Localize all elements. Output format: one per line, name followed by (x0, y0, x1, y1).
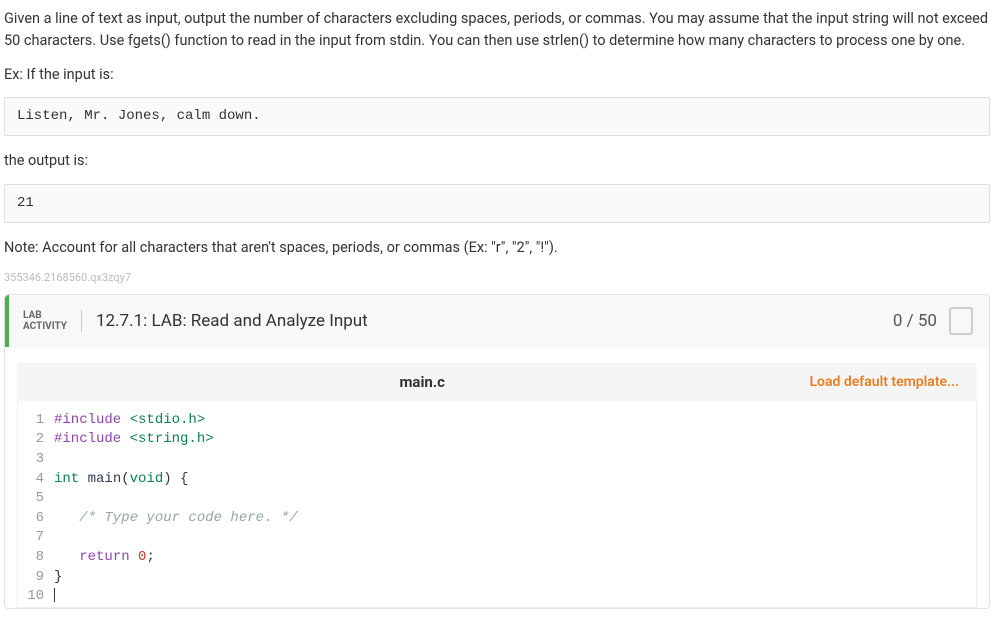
code-line[interactable]: 6 /* Type your code here. */ (18, 509, 976, 529)
tok-header: <string.h> (121, 431, 213, 447)
tok-semi: ; (146, 549, 154, 565)
tok-paren: ( (121, 471, 129, 487)
tok-include: #include (54, 412, 121, 428)
tok-type: int (54, 471, 79, 487)
tok-include: #include (54, 431, 121, 447)
line-number: 7 (18, 528, 54, 548)
tok-comment: /* Type your code here. */ (54, 510, 298, 526)
code-line[interactable]: 8 return 0; (18, 548, 976, 568)
tok-void: void (130, 471, 164, 487)
tok-indent (54, 549, 79, 565)
code-line[interactable]: 7 (18, 528, 976, 548)
tok-brace: } (54, 569, 62, 585)
lab-title: 12.7.1: LAB: Read and Analyze Input (82, 311, 893, 331)
line-number: 1 (18, 411, 54, 431)
instructions-block: Given a line of text as input, output th… (4, 8, 990, 259)
lab-badge-line1: LAB (23, 310, 42, 321)
tab-filename[interactable]: main.c (293, 373, 551, 391)
line-number: 6 (18, 509, 54, 529)
line-number: 2 (18, 430, 54, 450)
code-line[interactable]: 3 (18, 450, 976, 470)
tok-func: main (79, 471, 121, 487)
lab-badge-line2: ACTIVITY (23, 321, 67, 332)
lab-progress-box (949, 307, 973, 335)
blank-line (54, 489, 976, 509)
example-label: Ex: If the input is: (4, 64, 990, 86)
lab-badge: LAB ACTIVITY (9, 310, 82, 332)
code-line[interactable]: 5 (18, 489, 976, 509)
code-line[interactable]: 2 #include <string.h> (18, 430, 976, 450)
load-template-link[interactable]: Load default template... (809, 374, 959, 390)
lab-header: LAB ACTIVITY 12.7.1: LAB: Read and Analy… (5, 295, 989, 347)
line-number: 5 (18, 489, 54, 509)
cursor (54, 588, 55, 602)
code-line[interactable]: 4 int main(void) { (18, 470, 976, 490)
code-editor[interactable]: 1 #include <stdio.h> 2 #include <string.… (17, 401, 977, 608)
problem-id: 355346.2168560.qx3zqy7 (4, 271, 990, 284)
line-number: 10 (18, 587, 54, 607)
blank-line (54, 450, 976, 470)
lab-score: 0 / 50 (893, 311, 937, 331)
example-input-box: Listen, Mr. Jones, calm down. (4, 97, 990, 136)
code-line[interactable]: 10 (18, 587, 976, 607)
line-number: 9 (18, 568, 54, 588)
line-number: 4 (18, 470, 54, 490)
tok-header: <stdio.h> (121, 412, 205, 428)
lab-card: LAB ACTIVITY 12.7.1: LAB: Read and Analy… (4, 294, 990, 609)
tok-return: return (79, 549, 129, 565)
instruction-paragraph: Given a line of text as input, output th… (4, 8, 990, 52)
code-line[interactable]: 9 } (18, 568, 976, 588)
code-line[interactable]: 1 #include <stdio.h> (18, 411, 976, 431)
line-number: 3 (18, 450, 54, 470)
tok-brace: ) { (163, 471, 188, 487)
example-output-box: 21 (4, 184, 990, 223)
output-label: the output is: (4, 150, 990, 172)
line-number: 8 (18, 548, 54, 568)
note-paragraph: Note: Account for all characters that ar… (4, 237, 990, 259)
tok-space (130, 549, 138, 565)
blank-line (54, 528, 976, 548)
editor-area: main.c Load default template... 1 #inclu… (5, 347, 989, 608)
blank-line (54, 587, 976, 607)
editor-tabs: main.c Load default template... (17, 363, 977, 401)
